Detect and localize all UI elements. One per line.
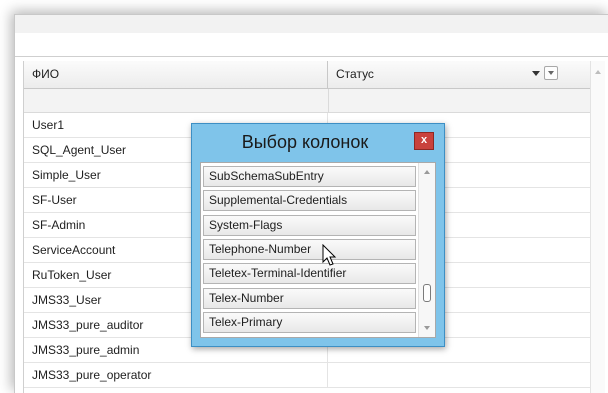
close-icon[interactable]: x bbox=[414, 132, 434, 150]
column-item[interactable]: Telephone-Number bbox=[203, 238, 416, 260]
scroll-up-icon[interactable] bbox=[424, 170, 430, 174]
filter-row[interactable] bbox=[24, 89, 590, 113]
filter-dropdown-icon[interactable] bbox=[544, 66, 558, 80]
column-item[interactable]: Supplemental-Credentials bbox=[203, 190, 416, 212]
column-item[interactable]: Telex-Number bbox=[203, 287, 416, 309]
column-header-fio[interactable]: ФИО bbox=[24, 61, 328, 88]
cell-status[interactable] bbox=[329, 363, 590, 387]
column-chooser-dialog: Выбор колонок x Telex-Primary Telex-Numbe… bbox=[191, 123, 445, 347]
cell-fio[interactable]: JMS33_pure_operator bbox=[24, 363, 328, 387]
grid-header: ФИО Статус bbox=[24, 61, 590, 89]
column-item[interactable]: SubSchemaSubEntry bbox=[203, 166, 416, 187]
table-row[interactable]: JMS33_pure_operator bbox=[24, 363, 590, 388]
title-strip bbox=[15, 15, 608, 34]
mouse-pointer-icon bbox=[322, 244, 337, 266]
grid-scrollbar[interactable] bbox=[590, 61, 605, 393]
scroll-up-icon[interactable] bbox=[595, 70, 601, 74]
column-list: Telex-Primary Telex-Number Teletex-Termina… bbox=[200, 162, 436, 338]
toolbar-strip bbox=[15, 33, 608, 57]
column-item[interactable]: System-Flags bbox=[203, 214, 416, 236]
dialog-title: Выбор колонок bbox=[241, 132, 369, 152]
scroll-thumb[interactable] bbox=[423, 284, 431, 303]
scroll-down-icon[interactable] bbox=[424, 326, 430, 330]
column-list-scrollbar[interactable] bbox=[418, 163, 435, 337]
column-item[interactable]: Telex-Primary bbox=[203, 311, 416, 333]
column-item[interactable]: Teletex-Terminal-Identifier bbox=[203, 263, 416, 285]
sort-arrow-icon[interactable] bbox=[532, 71, 540, 76]
